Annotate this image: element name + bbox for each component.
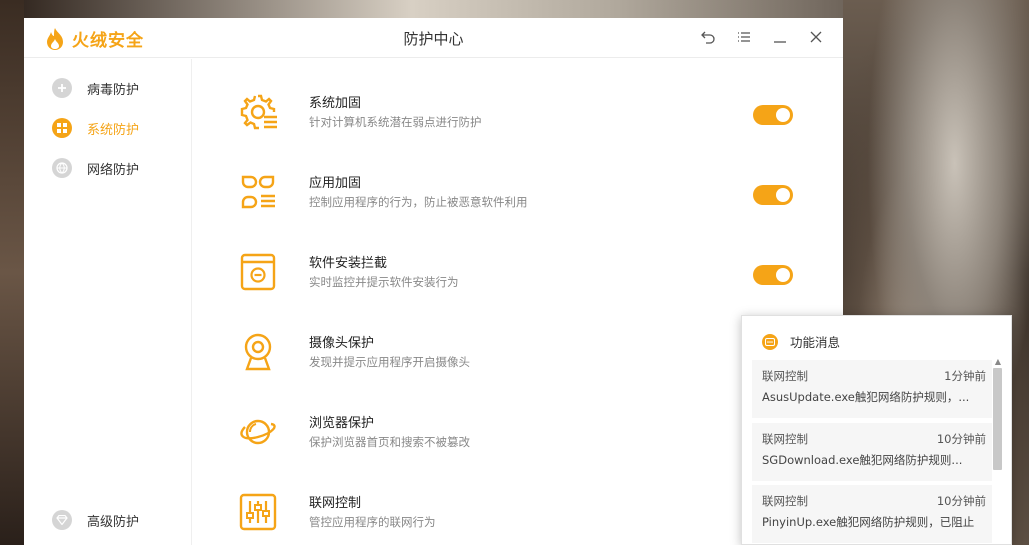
- minimize-button[interactable]: [771, 28, 789, 46]
- sliders-icon: [239, 493, 277, 531]
- plus-circle-icon: [52, 78, 72, 98]
- feature-title: 浏览器保护: [309, 416, 375, 431]
- window-controls: [699, 28, 825, 46]
- feature-title: 联网控制: [309, 496, 362, 511]
- diamond-icon: [52, 510, 72, 530]
- apps-icon: [241, 175, 275, 209]
- notification-item-body: PinyinUp.exe触犯网络防护规则，已阻止: [762, 515, 975, 529]
- app-hardening-toggle[interactable]: [753, 185, 793, 205]
- back-button[interactable]: [699, 28, 717, 46]
- feature-title: 应用加固: [309, 176, 362, 191]
- feature-title: 软件安装拦截: [309, 256, 388, 271]
- feature-description: 针对计算机系统潜在弱点进行防护: [309, 115, 482, 129]
- camera-icon: [244, 333, 272, 371]
- sidebar-item-label: 网络防护: [87, 162, 140, 178]
- feature-title: 系统加固: [309, 96, 362, 111]
- windows-icon: [52, 118, 72, 138]
- notification-item-body: SGDownload.exe触犯网络防护规则...: [762, 453, 963, 467]
- sidebar-item-system-protection[interactable]: 系统防护: [52, 118, 139, 138]
- sidebar: 病毒防护 系统防护 网络防护 高级防护: [24, 59, 192, 545]
- close-icon: [810, 31, 822, 43]
- notification-item[interactable]: 联网控制 10分钟前 SGDownload.exe触犯网络防护规则...: [752, 423, 992, 481]
- notification-title: 功能消息: [790, 335, 841, 350]
- scroll-up-arrow-icon[interactable]: ▲: [994, 358, 1002, 366]
- sidebar-item-network-protection[interactable]: 网络防护: [52, 158, 139, 178]
- sidebar-item-advanced-protection[interactable]: 高级防护: [52, 510, 139, 530]
- feature-row-camera-protection: 摄像头保护 发现并提示应用程序开启摄像头: [237, 325, 797, 385]
- menu-button[interactable]: [735, 28, 753, 46]
- globe-icon: [52, 158, 72, 178]
- notification-item-category: 联网控制: [762, 432, 808, 446]
- notification-popup: 功能消息 联网控制 1分钟前 AsusUpdate.exe触犯网络防护规则，..…: [741, 315, 1012, 545]
- back-icon: [701, 31, 715, 44]
- menu-icon: [738, 32, 750, 42]
- planet-icon: [240, 419, 276, 445]
- feature-description: 实时监控并提示软件安装行为: [309, 275, 459, 289]
- feature-row-install-intercept: 软件安装拦截 实时监控并提示软件安装行为: [237, 245, 797, 305]
- sidebar-item-label: 系统防护: [87, 122, 140, 138]
- gear-shield-icon: [240, 94, 277, 130]
- notification-item-time: 10分钟前: [936, 432, 986, 446]
- feature-row-system-hardening: 系统加固 针对计算机系统潜在弱点进行防护: [237, 85, 797, 145]
- sidebar-item-virus-protection[interactable]: 病毒防护: [52, 78, 139, 98]
- feature-description: 发现并提示应用程序开启摄像头: [309, 355, 470, 369]
- sidebar-item-label: 病毒防护: [87, 82, 140, 98]
- feature-description: 管控应用程序的联网行为: [309, 515, 436, 529]
- notification-item-category: 联网控制: [762, 369, 808, 383]
- title-bar: 火绒安全 防护中心: [24, 18, 843, 58]
- notification-item-time: 1分钟前: [944, 369, 986, 383]
- install-intercept-toggle[interactable]: [753, 265, 793, 285]
- feature-row-app-hardening: 应用加固 控制应用程序的行为，防止被恶意软件利用: [237, 165, 797, 225]
- scrollbar-thumb[interactable]: [993, 368, 1002, 470]
- feature-title: 摄像头保护: [309, 336, 375, 351]
- notification-item[interactable]: 联网控制 10分钟前 PinyinUp.exe触犯网络防护规则，已阻止: [752, 485, 992, 543]
- desktop-background-left: [0, 0, 24, 545]
- notification-item-body: AsusUpdate.exe触犯网络防护规则，...: [762, 390, 970, 404]
- notification-header: 功能消息: [762, 332, 840, 351]
- feature-description: 控制应用程序的行为，防止被恶意软件利用: [309, 195, 528, 209]
- message-icon: [762, 333, 778, 350]
- minimize-icon: [774, 41, 786, 43]
- notification-item-category: 联网控制: [762, 494, 808, 508]
- app-window: 火绒安全 防护中心 病毒防护 系统防护 网络防护 高级防护 系统加固 针对计算机…: [24, 18, 843, 545]
- feature-description: 保护浏览器首页和搜索不被篡改: [309, 435, 470, 449]
- system-hardening-toggle[interactable]: [753, 105, 793, 125]
- feature-row-network-control: 联网控制 管控应用程序的联网行为: [237, 485, 797, 545]
- notification-item-time: 10分钟前: [936, 494, 986, 508]
- feature-row-browser-protection: 浏览器保护 保护浏览器首页和搜索不被篡改: [237, 405, 797, 465]
- notification-item[interactable]: 联网控制 1分钟前 AsusUpdate.exe触犯网络防护规则，...: [752, 360, 992, 418]
- sidebar-item-label: 高级防护: [87, 514, 140, 530]
- close-button[interactable]: [807, 28, 825, 46]
- install-block-icon: [240, 253, 276, 291]
